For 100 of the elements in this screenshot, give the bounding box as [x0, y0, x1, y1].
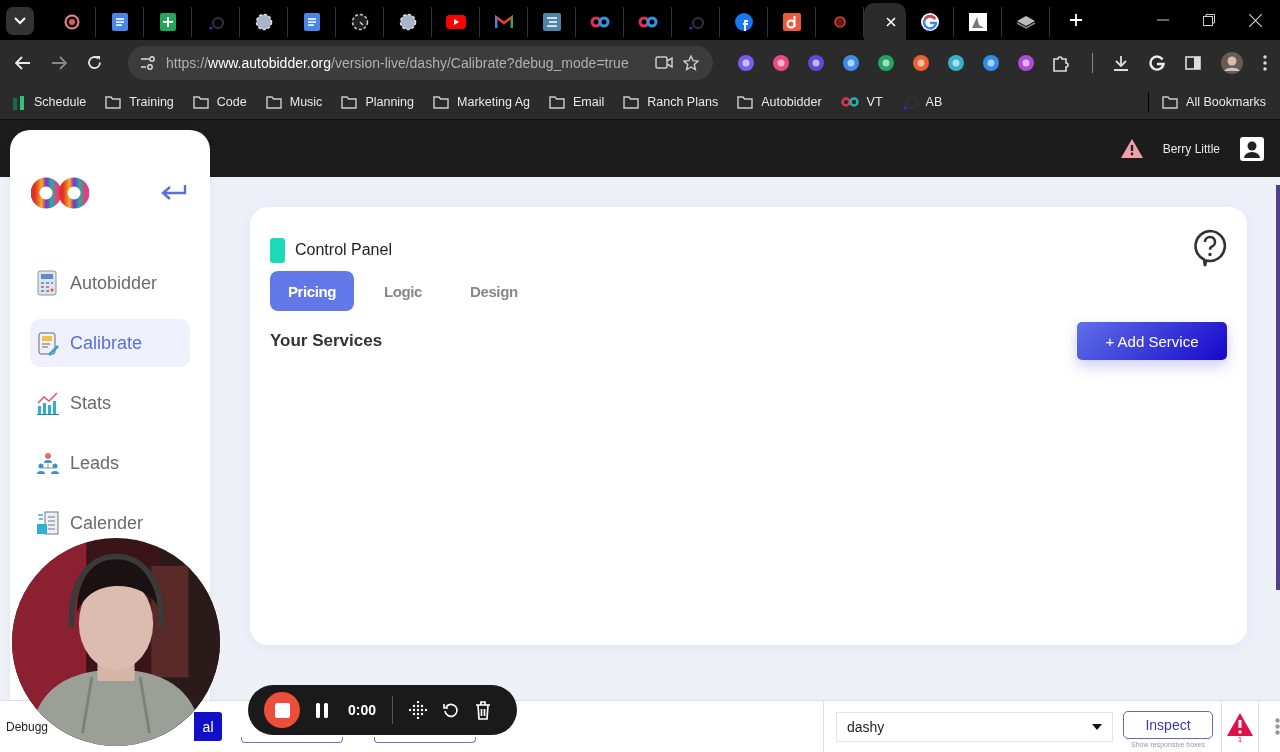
bookmark[interactable]: All Bookmarks: [1162, 95, 1266, 109]
new-tab-icon[interactable]: [1070, 14, 1082, 26]
close-icon[interactable]: [1249, 13, 1262, 27]
sidebar-item[interactable]: Autobidder: [30, 269, 162, 297]
folder-icon: [265, 95, 282, 109]
bookmark[interactable]: Schedule: [12, 94, 87, 110]
user-icon[interactable]: [1240, 136, 1264, 161]
extension-icon[interactable]: [877, 53, 895, 72]
bookmark[interactable]: VT: [840, 95, 883, 109]
panel-tab[interactable]: Design: [452, 271, 536, 311]
warning-count: 1: [1237, 736, 1243, 744]
dashed-circle-icon: [254, 13, 273, 31]
bookmark[interactable]: Autobidder: [737, 95, 822, 109]
download-icon[interactable]: [1113, 54, 1129, 71]
chart-icon: [36, 390, 60, 416]
side-panel-icon[interactable]: [1185, 55, 1201, 70]
folder-icon: [549, 95, 565, 109]
more-icon[interactable]: [1263, 54, 1267, 71]
infinity-icon: [840, 97, 859, 107]
extension-icon[interactable]: [807, 53, 825, 72]
bars-icon: [12, 94, 26, 110]
forward-icon[interactable]: [51, 55, 67, 70]
folder-icon: [341, 95, 358, 109]
sidebar-item[interactable]: Stats: [30, 389, 116, 417]
caret-icon: [14, 17, 26, 25]
site-settings-icon[interactable]: [140, 55, 156, 70]
folder-icon: [737, 95, 754, 109]
calculator-icon: [36, 270, 60, 296]
document-icon: [303, 13, 320, 31]
sidebar-item[interactable]: Calender: [30, 509, 148, 537]
google-g-icon[interactable]: [1149, 54, 1165, 71]
stop-button[interactable]: [264, 692, 300, 728]
panel-tab[interactable]: Pricing: [270, 271, 355, 311]
puzzle-icon[interactable]: [1052, 53, 1070, 72]
folder-icon: [1162, 95, 1179, 109]
restore-icon[interactable]: [1203, 14, 1215, 26]
logo-icon: [687, 14, 704, 30]
play-icon: [445, 15, 466, 29]
infinity-logo-icon: [31, 177, 89, 209]
extension-icon[interactable]: [842, 53, 860, 72]
recording-time: 0:00: [348, 702, 377, 718]
bookmark[interactable]: Marketing Ag: [433, 95, 530, 109]
extension-icon[interactable]: [1017, 53, 1035, 72]
extension-icon[interactable]: [947, 53, 965, 72]
return-arrow-icon[interactable]: [161, 184, 187, 202]
bookmark[interactable]: Code: [192, 95, 247, 109]
dots-grid-icon[interactable]: [409, 701, 428, 719]
logo-icon: [734, 13, 753, 31]
avatar-icon[interactable]: [1221, 51, 1243, 74]
outline-button[interactable]: [374, 737, 477, 743]
extension-icon[interactable]: [772, 53, 790, 72]
page-dropdown[interactable]: dashy: [836, 711, 1113, 742]
extension-icon[interactable]: [912, 53, 930, 72]
bookmark[interactable]: Email: [549, 95, 605, 109]
image-icon: [968, 13, 987, 31]
infinity-icon: [589, 16, 610, 28]
layers-icon: [1015, 15, 1036, 29]
bookmark[interactable]: Training: [105, 95, 174, 109]
caret-icon: [1092, 723, 1102, 730]
trash-icon[interactable]: [475, 700, 492, 720]
section-title: Your Services: [270, 331, 383, 351]
infinity-icon: [637, 16, 658, 28]
logo-icon: [782, 13, 801, 31]
list-icon: [542, 13, 561, 31]
bookmark[interactable]: Ranch Plans: [623, 95, 719, 109]
address-bar[interactable]: https://www.autobidder.org/version-live/dashy/Calibrate?debug_mode=true: [128, 45, 713, 80]
pause-icon[interactable]: [316, 702, 328, 718]
star-icon[interactable]: [683, 54, 699, 71]
warning-icon[interactable]: [1227, 713, 1253, 736]
help-icon[interactable]: [1193, 229, 1227, 267]
panel-tab[interactable]: Logic: [366, 271, 441, 311]
outline-button[interactable]: [241, 737, 344, 743]
sidebar-item[interactable]: Calibrate: [30, 319, 190, 367]
mail-icon: [494, 15, 513, 29]
logo-icon: [901, 94, 918, 110]
bookmark[interactable]: Music: [265, 95, 323, 109]
people-icon: [36, 450, 60, 476]
browser-tab[interactable]: [864, 3, 906, 40]
bookmark[interactable]: Planning: [341, 95, 415, 109]
extension-icon[interactable]: [982, 53, 1000, 72]
add-service-button[interactable]: + Add Service: [1077, 322, 1227, 360]
primary-button[interactable]: al: [194, 712, 223, 741]
logo-icon: [920, 13, 939, 31]
back-icon[interactable]: [15, 55, 31, 70]
document-icon: [111, 13, 128, 31]
clipboard-icon: [36, 330, 60, 356]
dashed-circle-icon: [398, 13, 417, 31]
spreadsheet-icon: [159, 13, 176, 31]
camera-icon[interactable]: [655, 56, 673, 69]
logo-icon: [833, 16, 846, 28]
restart-icon[interactable]: [443, 702, 460, 718]
tab-search-button[interactable]: [6, 7, 34, 35]
sidebar-item[interactable]: Leads: [30, 449, 124, 477]
reload-icon[interactable]: [87, 55, 102, 70]
extension-icon[interactable]: [737, 53, 755, 72]
folder-icon: [433, 95, 450, 109]
warning-icon[interactable]: [1120, 139, 1143, 158]
bookmark[interactable]: AB: [901, 94, 943, 110]
folder-icon: [623, 95, 640, 109]
inspect-button[interactable]: Inspect: [1123, 711, 1213, 739]
